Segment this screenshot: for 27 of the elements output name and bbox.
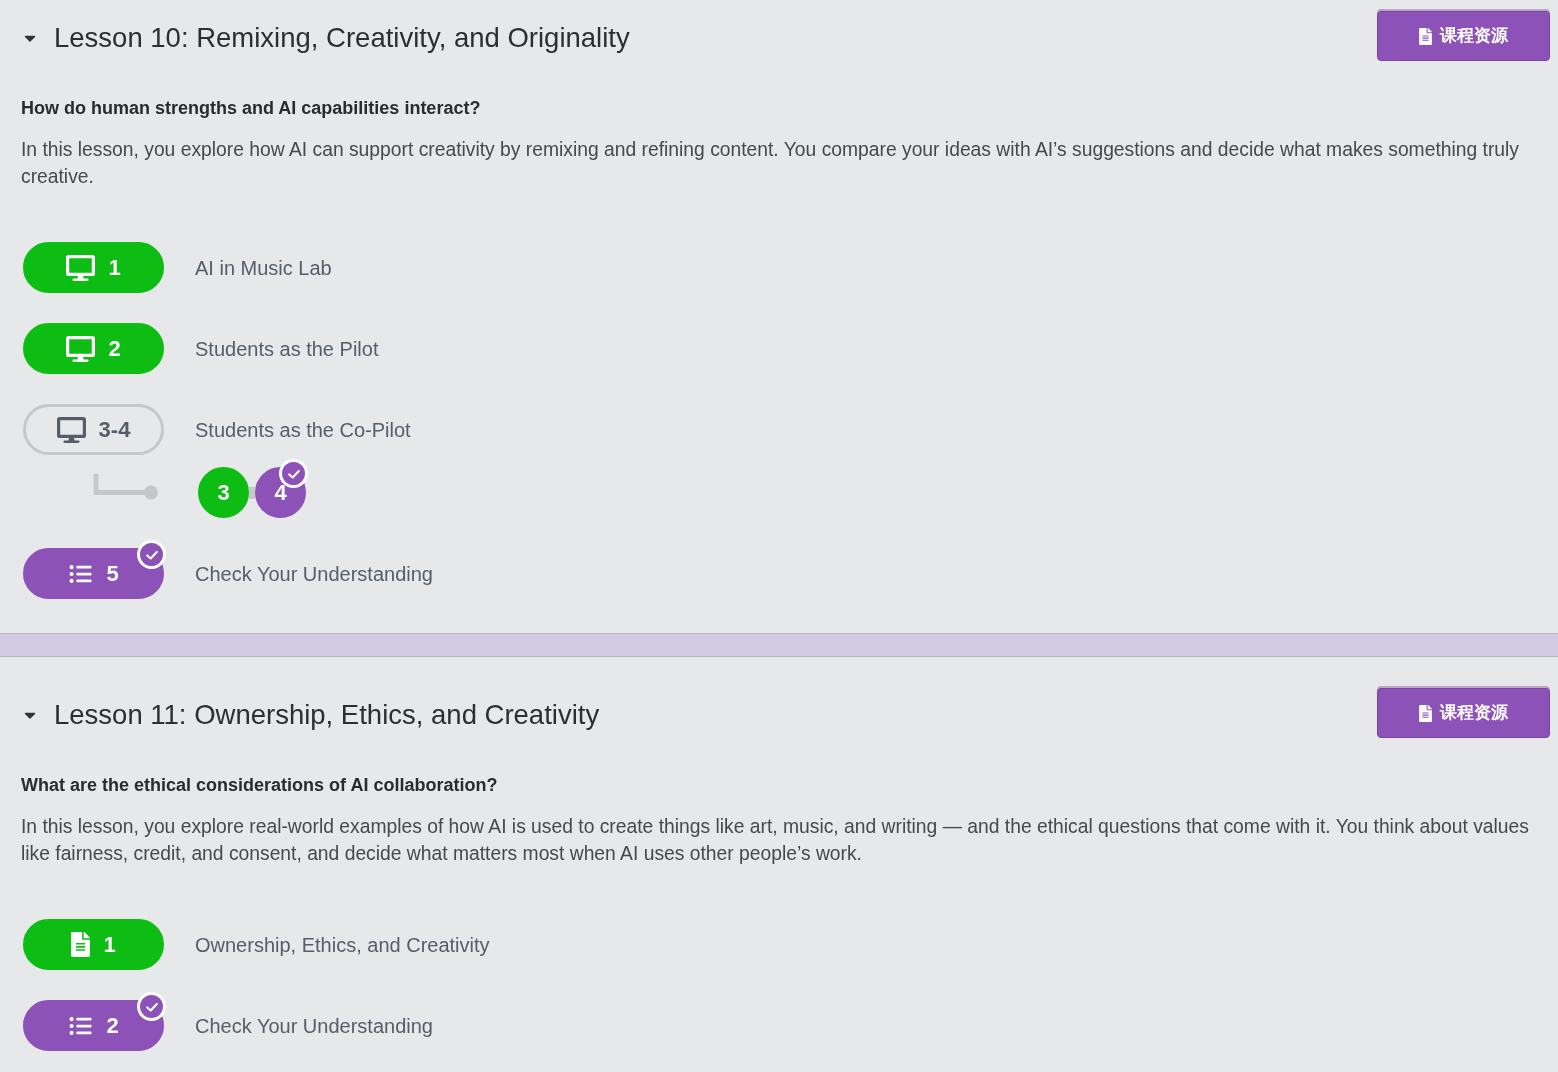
activity-link[interactable]: Students as the Pilot	[195, 333, 379, 364]
lesson-title: Lesson 10: Remixing, Creativity, and Originality	[54, 20, 630, 55]
lesson-question: What are the ethical considerations of AI collaboration?	[21, 774, 499, 797]
list-icon	[68, 1014, 94, 1037]
level-button[interactable]: 3-4	[23, 404, 164, 455]
lesson-question: How do human strengths and AI capabilities interact?	[21, 97, 482, 120]
lesson-description: In this lesson, you explore real-world examples of how AI is used to create things like art, music, and writing — and the ethical questions that come with it. You think about values like fairness, credit, and consent, and decide what matters most when AI uses other people’s work.	[21, 815, 1530, 866]
activity-link[interactable]: AI in Music Lab	[195, 252, 332, 283]
elbow-connector-icon	[93, 474, 159, 500]
monitor-icon	[56, 416, 86, 443]
connector-bar	[249, 486, 255, 499]
activity-link[interactable]: Students as the Co-Pilot	[195, 414, 411, 445]
lesson-title: Lesson 11: Ownership, Ethics, and Creativity	[54, 697, 600, 732]
level-button[interactable]: 5	[23, 548, 164, 599]
document-icon	[1419, 27, 1432, 45]
list-icon	[68, 562, 94, 585]
monitor-icon	[66, 254, 96, 281]
resources-button[interactable]: 课程资源	[1377, 688, 1550, 738]
resources-button[interactable]: 课程资源	[1377, 11, 1550, 61]
monitor-icon	[66, 335, 96, 362]
lesson-description: In this lesson, you explore how AI can support creativity by remixing and refining content. You compare your ideas with AI’s suggestions and decide what makes something truly creative.	[21, 138, 1520, 189]
activity-link[interactable]: Check Your Understanding	[195, 1010, 433, 1041]
document-icon	[71, 932, 91, 957]
document-icon	[1419, 704, 1432, 722]
level-button[interactable]: 2	[23, 1000, 164, 1051]
activity-link[interactable]: Ownership, Ethics, and Creativity	[195, 929, 490, 960]
activity-link[interactable]: Check Your Understanding	[195, 558, 433, 589]
